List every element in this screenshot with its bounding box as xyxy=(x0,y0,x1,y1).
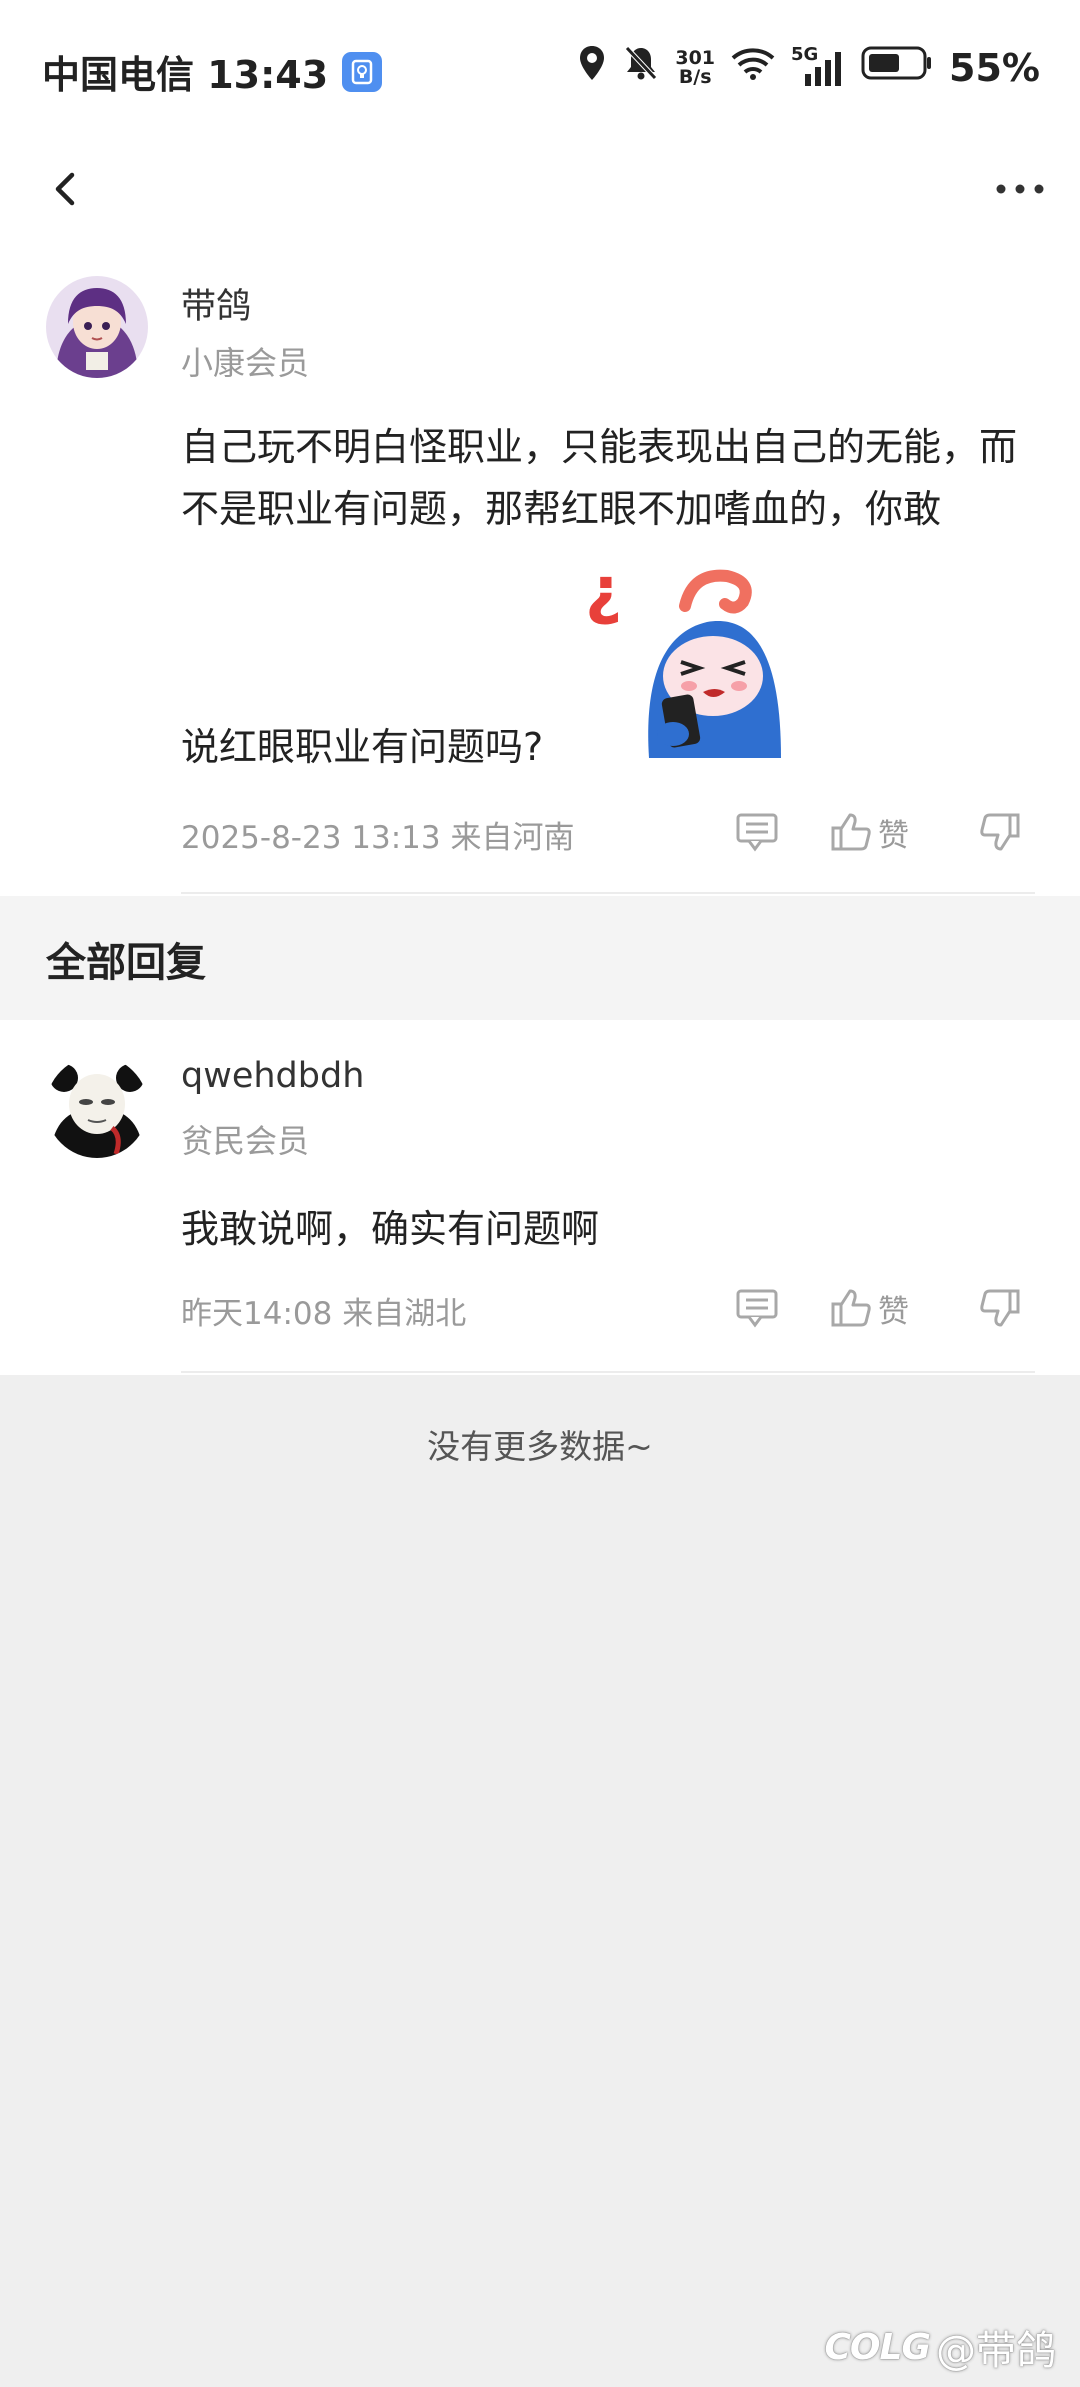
net-speed-value: 301 xyxy=(675,46,716,69)
like-button[interactable]: 赞 xyxy=(830,1280,909,1336)
reply-actions: 赞 xyxy=(735,1280,1035,1336)
thumbs-up-icon xyxy=(831,813,871,851)
net-speed-unit: B/s xyxy=(678,65,712,88)
net-speed: 301 B/s xyxy=(675,46,716,88)
reply-time-location: 昨天14:08 来自湖北 xyxy=(181,1296,467,1332)
divider xyxy=(181,1371,1035,1373)
post-actions: 赞 xyxy=(735,804,1035,860)
battery-percent: 55% xyxy=(949,45,1040,90)
comment-button[interactable] xyxy=(735,804,779,860)
watermark-handle: @带鸽 xyxy=(936,2328,1056,2374)
divider xyxy=(181,892,1035,894)
chevron-left-icon xyxy=(55,172,75,206)
battery-icon xyxy=(861,45,933,90)
thumbs-up-icon xyxy=(831,1289,871,1327)
post-content: 自己玩不明白怪职业，只能表现出自己的无能，而不是职业有问题，那帮红眼不加嗜血的，… xyxy=(181,425,1018,531)
thumbs-down-icon xyxy=(980,1289,1020,1327)
reply-item: qwehdbdh 贫民会员 我敢说啊，确实有问题啊 昨天14:08 来自湖北 赞 xyxy=(0,1020,1080,1375)
watermark-logo: COLG xyxy=(824,2326,931,2368)
sticker-image: ¿ xyxy=(585,546,785,758)
dislike-button[interactable] xyxy=(979,804,1021,860)
section-title: 全部回复 xyxy=(46,940,206,986)
main-post: 带鸽 小康会员 自己玩不明白怪职业，只能表现出自己的无能，而不是职业有问题，那帮… xyxy=(0,256,1080,896)
mute-bell-icon xyxy=(623,44,659,91)
comment-button[interactable] xyxy=(735,1280,779,1336)
like-button[interactable]: 赞 xyxy=(830,804,909,860)
like-label: 赞 xyxy=(878,1293,909,1330)
more-dots-icon xyxy=(996,184,1044,194)
post-username[interactable]: 带鸽 xyxy=(181,278,251,329)
status-bar: 中国电信 13:43 301 B/s 5G 55% xyxy=(0,0,1080,140)
thumbs-down-icon xyxy=(980,813,1020,851)
carrier-time: 中国电信 13:43 xyxy=(42,53,329,97)
reply-username[interactable]: qwehdbdh xyxy=(181,1056,364,1096)
like-label: 赞 xyxy=(878,817,909,854)
avatar[interactable] xyxy=(46,1056,148,1158)
location-icon xyxy=(577,44,607,91)
watermark: COLG @带鸽 xyxy=(824,2318,1056,2376)
reply-user-level: 贫民会员 xyxy=(181,1122,310,1160)
avatar[interactable] xyxy=(46,276,148,378)
back-button[interactable] xyxy=(30,154,100,224)
replies-section-header: 全部回复 xyxy=(0,896,1080,1020)
app-badge-icon xyxy=(342,51,383,92)
signal-icon: 5G xyxy=(791,44,845,88)
no-more-data: 没有更多数据~ xyxy=(427,1427,653,1466)
comment-icon xyxy=(736,1289,778,1328)
top-navbar xyxy=(0,140,1080,256)
wifi-icon xyxy=(731,46,775,90)
post-time-location: 2025-8-23 13:13 来自河南 xyxy=(181,820,575,856)
more-button[interactable] xyxy=(980,154,1060,224)
dislike-button[interactable] xyxy=(979,1280,1021,1336)
post-user-level: 小康会员 xyxy=(181,344,310,382)
status-right: 301 B/s 5G 55% xyxy=(577,44,1040,91)
reply-content: 我敢说啊，确实有问题啊 xyxy=(181,1207,600,1251)
svg-text:¿: ¿ xyxy=(585,554,622,628)
status-left: 中国电信 13:43 xyxy=(42,44,383,99)
post-content-tail: 说红眼职业有问题吗? xyxy=(181,725,544,769)
comment-icon xyxy=(736,813,778,852)
